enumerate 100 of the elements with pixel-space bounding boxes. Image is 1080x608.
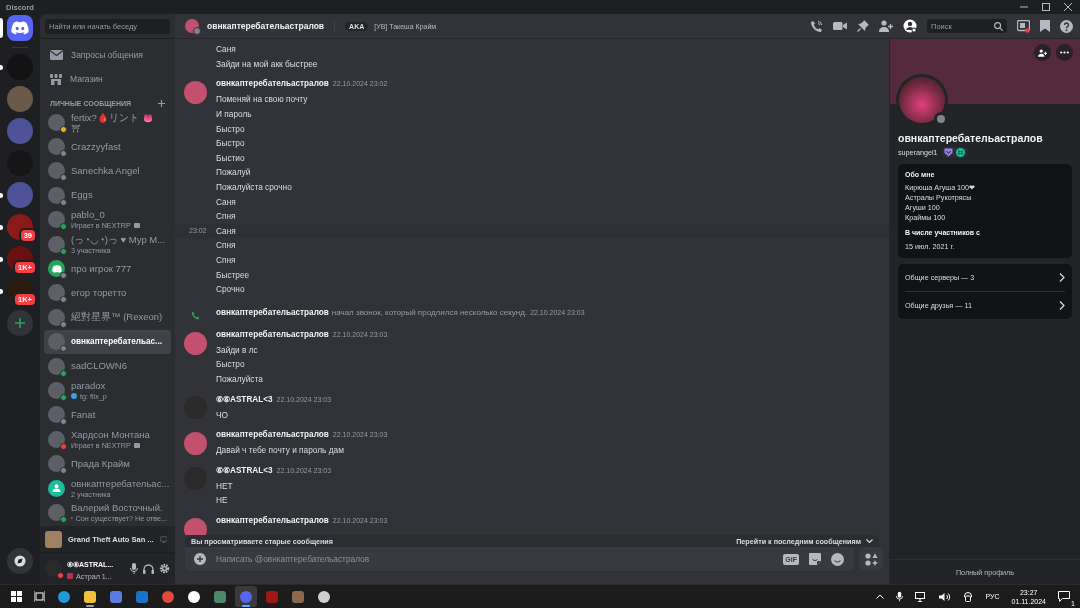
apps-icon	[864, 552, 878, 566]
conversation-item[interactable]: sadCLOWN6	[44, 353, 171, 379]
conversation-name: (っ◔◡◔)っ ♥ Мур М...	[71, 233, 166, 246]
avatar-placeholder	[48, 357, 65, 375]
task-view-icon[interactable]	[34, 591, 45, 602]
message-text: Срочно	[216, 284, 245, 295]
conversation-item[interactable]: Sanechka Angel	[44, 158, 171, 184]
store-app-icon	[110, 590, 122, 603]
user-profile-icon[interactable]	[903, 19, 917, 33]
add-server-button[interactable]	[7, 310, 33, 336]
avatar-placeholder	[48, 503, 65, 521]
conversation-item[interactable]: Прада Крайм	[44, 451, 171, 476]
avatar-placeholder	[48, 284, 65, 302]
conversation-item[interactable]: егор торетто	[44, 280, 171, 306]
message-author[interactable]: овнкаптеребательастралов	[216, 79, 329, 89]
avatar-placeholder	[48, 455, 65, 473]
microphone-icon[interactable]	[896, 591, 904, 602]
message-author[interactable]: овнкаптеребательастралов	[216, 515, 329, 525]
headset-icon[interactable]	[963, 591, 974, 602]
avatar-placeholder	[48, 211, 65, 229]
apps-button[interactable]	[859, 547, 883, 571]
avatar-placeholder[interactable]	[184, 431, 207, 455]
avatar-placeholder[interactable]	[184, 81, 207, 105]
message-author[interactable]: овнкаптеребательастралов	[216, 307, 329, 317]
microphone-icon[interactable]	[130, 563, 138, 574]
add-friend-icon[interactable]	[879, 20, 893, 32]
video-camera-icon[interactable]	[833, 21, 847, 31]
system-message: начал звонок, который продлился несколько секунд.	[331, 307, 528, 317]
bookmark-icon[interactable]	[1040, 20, 1050, 32]
message-author[interactable]: овнкаптеребательастралов	[216, 429, 329, 439]
conversation-name: fertix?🩸リント 👅	[71, 111, 154, 124]
conversation-item[interactable]: Fanat	[44, 402, 171, 428]
nav-item[interactable]: Запросы общения	[44, 43, 171, 67]
conversation-name: Sanechka Angel	[71, 164, 140, 177]
notifications-icon[interactable]	[1058, 591, 1070, 602]
discord-home-button[interactable]	[7, 15, 33, 41]
minimize-icon[interactable]	[1020, 3, 1028, 11]
avatar-placeholder[interactable]	[45, 560, 62, 577]
phone-icon[interactable]	[810, 19, 823, 33]
more-options-button[interactable]	[1056, 44, 1073, 61]
message-author[interactable]: овнкаптеребательастралов	[216, 329, 329, 339]
message-text: Спня	[216, 211, 236, 222]
explorer-app-icon	[84, 590, 96, 603]
message-text: Быстрее	[216, 269, 250, 280]
message-text: Быстро	[216, 359, 245, 370]
taskbar-app-button[interactable]	[235, 586, 257, 607]
avatar-placeholder[interactable]	[184, 331, 207, 355]
start-icon[interactable]	[11, 591, 22, 602]
message-text: Пожалуй	[216, 167, 251, 178]
avatar-placeholder	[48, 235, 65, 253]
help-icon[interactable]	[1060, 19, 1073, 33]
message-text: Быстро	[216, 123, 245, 134]
conversation-name: Crazzyyfast	[71, 140, 121, 153]
game-icon	[133, 223, 140, 229]
chrome-app-icon	[162, 590, 174, 603]
conversation-item[interactable]: 絕對星界™ (Rexeon)	[44, 305, 171, 330]
more-icon	[1060, 51, 1069, 54]
settings-icon[interactable]	[159, 563, 170, 574]
pin-icon[interactable]	[857, 20, 869, 32]
conversation-name: sadCLOWN6	[71, 360, 127, 373]
network-icon[interactable]	[915, 591, 928, 602]
message-author[interactable]: ⑥⑥ASTRAL<3	[216, 465, 273, 476]
message-text: Спня	[216, 255, 236, 265]
chevron-up-icon[interactable]	[876, 594, 885, 599]
message-input[interactable]: Написать @овнкаптеребательастралов	[216, 554, 774, 564]
nav-item[interactable]: Магазин	[44, 67, 171, 91]
message-author[interactable]: ⑥⑥ASTRAL<3	[216, 394, 273, 405]
add-attachment-icon[interactable]	[194, 553, 206, 565]
close-icon[interactable]	[1064, 3, 1072, 11]
conversation-name: Хардсон Монтана	[71, 428, 150, 441]
game-cover-placeholder	[45, 530, 62, 548]
avatar-placeholder	[48, 138, 65, 156]
game-icon	[133, 442, 140, 448]
avatar-placeholder	[48, 162, 65, 180]
conversation-name: егор торетто	[71, 286, 127, 299]
add-friend-button[interactable]	[1034, 44, 1051, 61]
message-text: Быстио	[216, 152, 245, 163]
conversation-item[interactable]: про игрок 777	[44, 256, 171, 281]
message-text: НЕТ	[216, 480, 233, 491]
inbox-icon[interactable]	[1017, 19, 1030, 33]
emoji-icon[interactable]	[831, 552, 844, 566]
conversation-item[interactable]: Eggs	[44, 183, 171, 208]
message-text: ЧО	[216, 409, 228, 420]
outlook-app-icon	[136, 590, 148, 603]
conversation-name: 絕對星界™ (Rexeon)	[71, 311, 163, 324]
message-text: Давай ч тебе почту и пароль дам	[216, 445, 344, 456]
viewer-app-icon	[214, 590, 226, 603]
conversation-item[interactable]: овнкаптеребательас...	[44, 329, 171, 354]
headphones-icon[interactable]	[143, 563, 154, 574]
avatar-placeholder	[48, 308, 65, 326]
message-text: Саня	[216, 196, 236, 207]
volume-icon[interactable]	[939, 591, 952, 602]
maximize-icon[interactable]	[1042, 3, 1050, 11]
discover-button[interactable]	[7, 548, 33, 574]
conversation-item[interactable]: Crazzyyfast	[44, 134, 171, 159]
avatar-placeholder[interactable]	[184, 517, 207, 535]
group-avatar-icon	[48, 479, 65, 497]
plus-icon[interactable]	[158, 100, 165, 107]
sticker-icon[interactable]	[809, 553, 821, 565]
message-text: Саня	[216, 44, 236, 55]
